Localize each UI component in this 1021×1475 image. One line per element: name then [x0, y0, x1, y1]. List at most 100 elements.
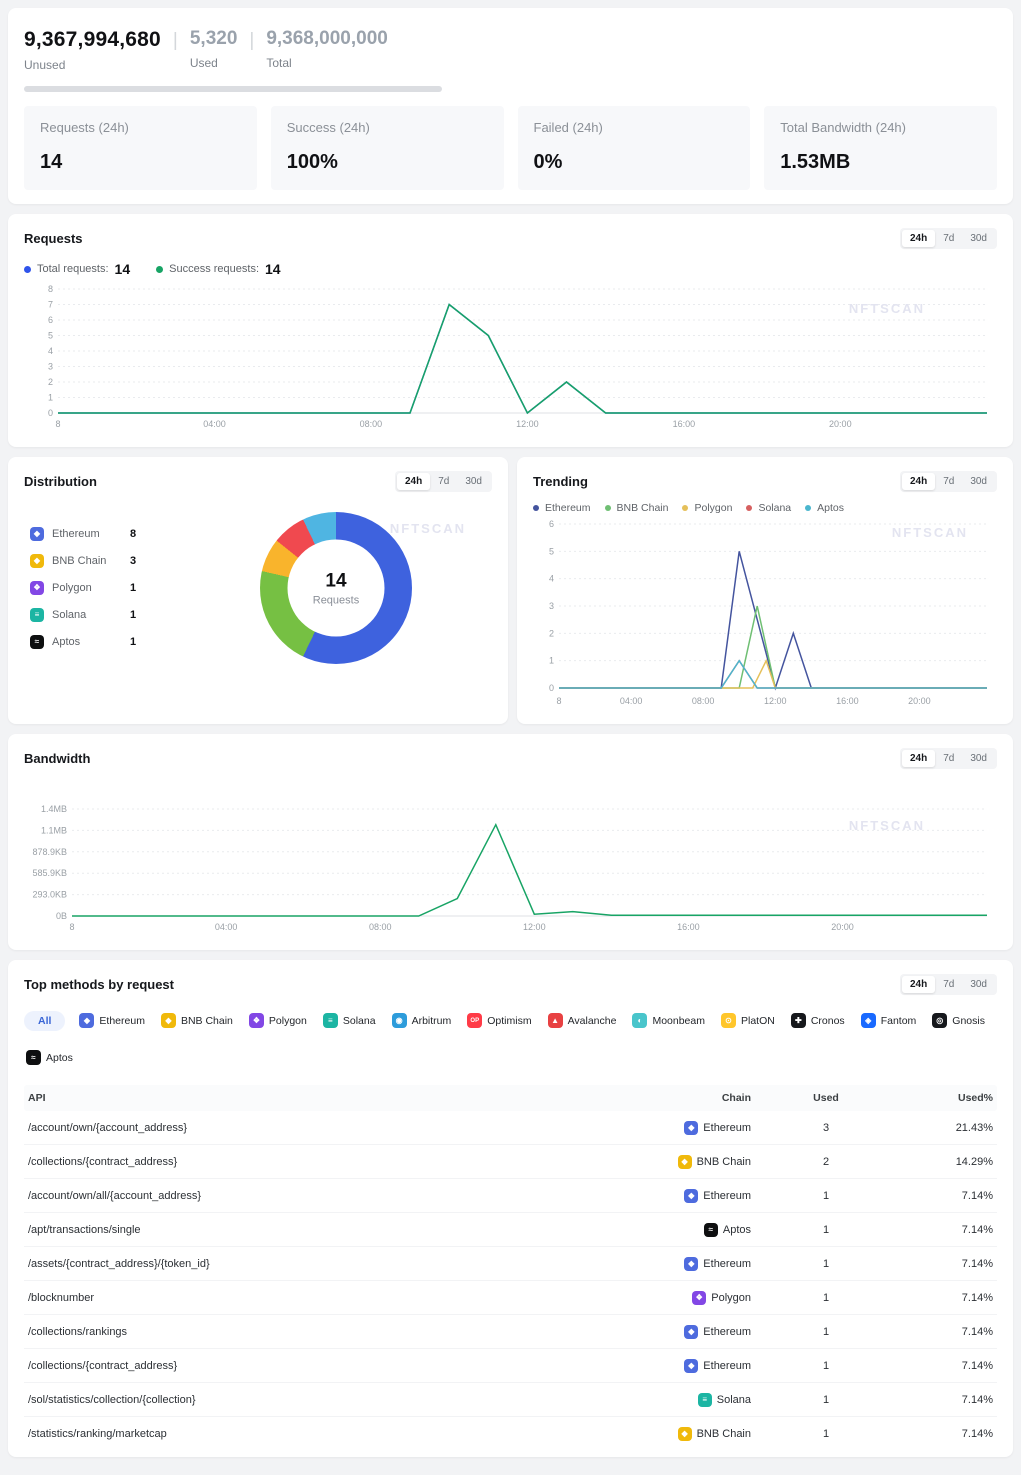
chain-cell: ◆Ethereum [581, 1359, 751, 1373]
chain-label: Ethereum [703, 1258, 751, 1270]
solana-icon: ≡ [323, 1013, 338, 1028]
used-percent: 7.14% [901, 1428, 997, 1440]
total-value: 9,368,000,000 [266, 28, 388, 50]
chain-filter-all[interactable]: All [24, 1011, 65, 1031]
chip-label: Optimism [487, 1015, 531, 1027]
ethereum-icon: ◆ [79, 1013, 94, 1028]
range-option-24h[interactable]: 24h [902, 473, 935, 490]
range-option-30d[interactable]: 30d [962, 473, 995, 490]
legend-value: 14 [265, 261, 281, 277]
range-option-30d[interactable]: 30d [457, 473, 490, 490]
used-count: 1 [751, 1258, 901, 1270]
stat-value: 0% [534, 151, 735, 174]
chain-filter-aptos[interactable]: ≈Aptos [24, 1046, 75, 1069]
col-api-header: API [24, 1092, 581, 1104]
distribution-legend: ◆Ethereum8◆BNB Chain3❖Polygon1≡Solana1≈A… [30, 527, 190, 649]
distribution-donut-zone: 14 Requests [260, 512, 412, 664]
used-credits: 5,320 Used [190, 28, 238, 70]
api-path: /collections/{contract_address} [24, 1156, 581, 1168]
svg-text:08:00: 08:00 [692, 696, 715, 706]
chain-filter-fantom[interactable]: ◈Fantom [859, 1009, 919, 1032]
legend-label: Total requests: [37, 263, 109, 275]
col-usedpct-header: Used% [901, 1092, 997, 1104]
chain-cell: ❖Polygon [581, 1291, 751, 1305]
svg-text:293.0KB: 293.0KB [32, 890, 67, 900]
polygon-icon: ❖ [249, 1013, 264, 1028]
svg-text:16:00: 16:00 [836, 696, 859, 706]
chain-filter-platon[interactable]: ⊙PlatON [719, 1009, 777, 1032]
moonbeam-icon: ◐ [632, 1013, 647, 1028]
distribution-legend-item: ❖Polygon1 [30, 581, 190, 595]
stat-label: Success (24h) [287, 120, 488, 135]
svg-text:16:00: 16:00 [677, 922, 700, 932]
chain-filter-arbitrum[interactable]: ◉Arbitrum [390, 1009, 454, 1032]
svg-text:08:00: 08:00 [360, 419, 383, 429]
used-count: 2 [751, 1156, 901, 1168]
range-option-24h[interactable]: 24h [902, 230, 935, 247]
divider: | [249, 28, 254, 54]
stat-card-bandwidth: Total Bandwidth (24h) 1.53MB [764, 106, 997, 190]
svg-text:04:00: 04:00 [215, 922, 238, 932]
range-option-24h[interactable]: 24h [902, 976, 935, 993]
table-row: /collections/{contract_address}◆BNB Chai… [24, 1145, 997, 1179]
donut-center-label: Requests [313, 594, 359, 606]
chain-filter-ethereum[interactable]: ◆Ethereum [77, 1009, 147, 1032]
legend-dot-icon [533, 505, 539, 511]
bnb-icon: ◆ [678, 1427, 692, 1441]
chain-filter-avalanche[interactable]: ▲Avalanche [546, 1009, 619, 1032]
svg-text:8: 8 [55, 419, 60, 429]
chain-filter-polygon[interactable]: ❖Polygon [247, 1009, 309, 1032]
svg-text:7: 7 [48, 300, 53, 310]
chain-filter-moonbeam[interactable]: ◐Moonbeam [630, 1009, 707, 1032]
bnb-icon: ◆ [30, 554, 44, 568]
api-path: /account/own/all/{account_address} [24, 1190, 581, 1202]
range-option-24h[interactable]: 24h [902, 750, 935, 767]
chip-label: BNB Chain [181, 1015, 233, 1027]
used-percent: 14.29% [901, 1156, 997, 1168]
svg-text:04:00: 04:00 [203, 419, 226, 429]
chain-filter-gnosis[interactable]: ◎Gnosis [930, 1009, 987, 1032]
chain-filter-solana[interactable]: ≡Solana [321, 1009, 378, 1032]
chip-label: Gnosis [952, 1015, 985, 1027]
chain-cell: ◆BNB Chain [581, 1155, 751, 1169]
api-path: /blocknumber [24, 1292, 581, 1304]
range-option-7d[interactable]: 7d [935, 473, 962, 490]
chain-label: Ethereum [703, 1360, 751, 1372]
chain-request-count: 1 [130, 636, 136, 648]
table-row: /blocknumber❖Polygon17.14% [24, 1281, 997, 1315]
used-count: 1 [751, 1292, 901, 1304]
svg-text:6: 6 [48, 315, 53, 325]
table-body: /account/own/{account_address}◆Ethereum3… [24, 1111, 997, 1451]
chain-filter-bnb[interactable]: ◆BNB Chain [159, 1009, 235, 1032]
chain-label: Ethereum [703, 1122, 751, 1134]
range-selector: 24h7d30d [395, 471, 492, 492]
solana-icon: ≡ [698, 1393, 712, 1407]
chain-label: Solana [717, 1394, 751, 1406]
legend-label: Aptos [817, 502, 844, 514]
used-percent: 7.14% [901, 1360, 997, 1372]
chain-label: Ethereum [703, 1326, 751, 1338]
svg-text:4: 4 [48, 346, 53, 356]
range-option-30d[interactable]: 30d [962, 230, 995, 247]
chain-label: BNB Chain [52, 555, 122, 567]
table-row: /collections/rankings◆Ethereum17.14% [24, 1315, 997, 1349]
divider: | [173, 28, 178, 54]
donut-center-value: 14 [325, 570, 346, 592]
chain-label: Ethereum [52, 528, 122, 540]
range-option-24h[interactable]: 24h [397, 473, 430, 490]
chain-filter-optimism[interactable]: OPOptimism [465, 1009, 533, 1032]
svg-text:6: 6 [549, 519, 554, 529]
credits-numbers: 9,367,994,680 Unused | 5,320 Used | 9,36… [24, 22, 997, 72]
trending-panel: Trending 24h7d30d EthereumBNB ChainPolyg… [517, 457, 1013, 724]
chain-filter-cronos[interactable]: ✚Cronos [789, 1009, 847, 1032]
chip-label: Aptos [46, 1052, 73, 1064]
stat-card-success: Success (24h) 100% [271, 106, 504, 190]
range-option-7d[interactable]: 7d [430, 473, 457, 490]
svg-text:08:00: 08:00 [369, 922, 392, 932]
range-option-7d[interactable]: 7d [935, 230, 962, 247]
svg-text:2: 2 [549, 628, 554, 638]
range-option-30d[interactable]: 30d [962, 976, 995, 993]
range-option-7d[interactable]: 7d [935, 750, 962, 767]
range-option-7d[interactable]: 7d [935, 976, 962, 993]
range-option-30d[interactable]: 30d [962, 750, 995, 767]
